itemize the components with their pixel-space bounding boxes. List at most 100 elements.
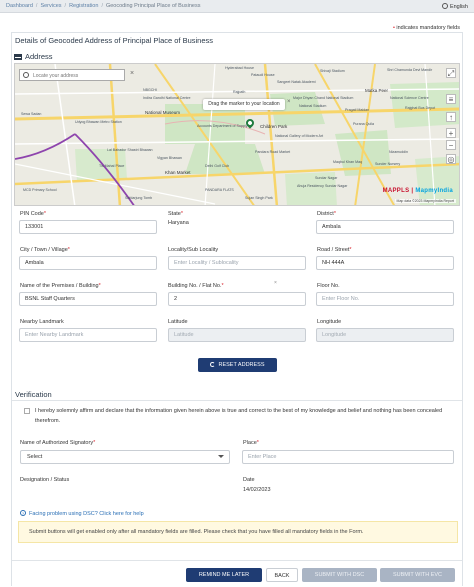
language-selector[interactable]: English <box>441 3 468 10</box>
map-label: Lal Bahadur Shastri Bhawan <box>107 148 153 152</box>
map-label: Rajpath <box>233 90 246 94</box>
envelope-icon <box>14 54 22 60</box>
submit-with-evc-button[interactable]: SUBMIT WITH EVC <box>380 568 455 582</box>
divider <box>12 400 462 401</box>
dsc-help-link[interactable]: ? Facing problem using DSC? Click here fo… <box>20 510 144 517</box>
map-label: Sunder Nursery <box>375 162 401 166</box>
submit-with-dsc-button[interactable]: SUBMIT WITH DSC <box>302 568 377 582</box>
globe-icon <box>441 3 448 9</box>
map-label: Tis Mahal Place <box>99 164 125 168</box>
city-input[interactable] <box>19 256 157 270</box>
state-label: State* <box>168 211 183 217</box>
designation-label: Designation / Status <box>20 477 70 483</box>
building-no-clear-icon[interactable]: × <box>274 280 277 286</box>
declaration-checkbox[interactable] <box>24 408 30 414</box>
map-label: Purana Quila <box>353 122 374 126</box>
latitude-label: Latitude <box>168 319 188 325</box>
map-label: Rajghat Bus Depot <box>405 106 436 110</box>
map-search-clear-icon[interactable]: × <box>130 70 134 77</box>
map-label: Ahuja Residency Sundar Nagar <box>297 184 348 188</box>
map-brand-mappls: MAPPLS <box>382 188 410 194</box>
back-button[interactable]: BACK <box>266 568 298 582</box>
address-heading: Address <box>14 52 53 61</box>
map-label: Major Dhyan Chand National Stadium <box>293 96 354 100</box>
map-label: Sujan Singh Park <box>245 196 273 200</box>
map-canvas <box>15 64 459 205</box>
map-label: Udyog Bhawan Metro Station <box>75 120 122 124</box>
map-label: Pandara Road Market <box>255 150 291 154</box>
breadcrumb-registration[interactable]: Registration <box>69 3 98 9</box>
declaration-text: I hereby solemnly affirm and declare tha… <box>35 408 443 424</box>
premises-label: Name of the Premises / Building* <box>20 283 101 289</box>
locate-icon[interactable]: ◎ <box>446 154 456 164</box>
date-label: Date <box>243 477 255 483</box>
map-tooltip: Drag the marker to your location <box>203 99 285 110</box>
refresh-icon <box>210 362 216 367</box>
dsc-help-text: Facing problem using DSC? Click here for… <box>29 511 144 517</box>
page-title: Details of Geocoded Address of Principal… <box>15 36 214 45</box>
map-search-input[interactable] <box>33 71 121 80</box>
map-label: Pragati Maidan <box>345 108 370 112</box>
help-icon: ? <box>20 510 26 516</box>
map-copyright: Map data ©2023 MapmyIndia Report <box>394 199 456 203</box>
map-label: Children Park <box>260 124 288 129</box>
map-label: Shivaji Stadium <box>320 69 345 73</box>
building-no-input[interactable] <box>168 292 306 306</box>
map-label: MCD Primary School <box>23 188 57 192</box>
map-label: Indira Gandhi National Centre <box>143 96 191 100</box>
date-value: 14/02/2023 <box>243 487 271 493</box>
locality-input[interactable] <box>168 256 306 270</box>
road-input[interactable] <box>316 256 454 270</box>
map-label: Matka Peer <box>365 88 389 93</box>
search-icon <box>23 72 29 78</box>
district-label: District* <box>317 211 336 217</box>
reset-address-button[interactable]: RESET ADDRESS <box>198 358 277 372</box>
locality-label: Locality/Sub Locality <box>168 247 219 253</box>
top-bar: Dashboard / Services / Registration / Geocodin… <box>0 0 474 13</box>
breadcrumb-dashboard[interactable]: Dashboard <box>6 3 33 9</box>
signatory-label: Name of Authorized Signatory* <box>20 440 96 446</box>
map-label: Nizamuddin <box>389 150 408 154</box>
map-label: Delhi Golf Club <box>205 164 230 168</box>
state-value: Haryana <box>168 220 189 226</box>
map-search-box[interactable] <box>19 69 125 81</box>
map-label: National Museum <box>145 110 181 115</box>
reset-address-label: RESET ADDRESS <box>218 362 265 368</box>
map-label: National Science Centre <box>390 96 429 100</box>
place-input[interactable] <box>242 450 454 464</box>
signatory-select[interactable]: Select <box>20 450 230 464</box>
north-arrow-icon[interactable]: ↑ <box>446 112 456 122</box>
layers-icon[interactable]: ≡ <box>446 94 456 104</box>
map-label: Sundar Nagar <box>315 176 338 180</box>
map-label: Safdarjung Tomb <box>125 196 153 200</box>
pin-code-label: PIN Code* <box>20 211 46 217</box>
remind-me-later-button[interactable]: REMIND ME LATER <box>186 568 262 582</box>
zoom-out-icon[interactable]: − <box>446 140 456 150</box>
zoom-in-icon[interactable]: + <box>446 128 456 138</box>
landmark-input[interactable] <box>19 328 157 342</box>
breadcrumb: Dashboard / Services / Registration / Geocodin… <box>6 3 201 9</box>
map-label: Shri Chamunda Devi Mandir <box>387 68 433 72</box>
map-label: National Stadium <box>299 104 327 108</box>
premises-input[interactable] <box>19 292 157 306</box>
longitude-label: Longitude <box>317 319 342 325</box>
floor-no-label: Floor No. <box>317 283 340 289</box>
map-label: Khan Market <box>165 170 191 175</box>
mandatory-note: • indicates mandatory fields <box>392 25 460 31</box>
pin-code-input[interactable] <box>19 220 157 234</box>
map-view[interactable]: Hyderabad House Pataudi House Sangeet Na… <box>14 63 460 206</box>
chevron-down-icon <box>218 455 224 458</box>
breadcrumb-services[interactable]: Services <box>40 3 61 9</box>
map-label: PANDARA FLATS <box>205 188 234 192</box>
floor-no-input[interactable] <box>316 292 454 306</box>
district-input[interactable] <box>316 220 454 234</box>
divider <box>12 560 462 561</box>
map-label: Sewa Sadan <box>21 112 42 116</box>
longitude-input <box>316 328 454 342</box>
tooltip-close-icon[interactable]: × <box>287 99 291 105</box>
road-label: Road / Street* <box>317 247 352 253</box>
language-label: English <box>449 4 468 10</box>
map-label: Vigyan Bhawan <box>157 156 182 160</box>
fullscreen-icon[interactable]: ⤢ <box>446 68 456 78</box>
map-label: Hyderabad House <box>225 66 254 70</box>
